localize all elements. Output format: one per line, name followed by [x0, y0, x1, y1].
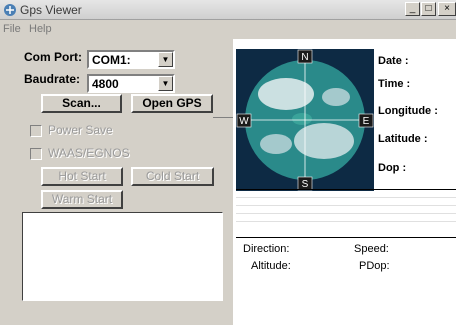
compass-north-label: N: [301, 52, 308, 63]
checkbox-box[interactable]: [30, 125, 42, 137]
window-title: Gps Viewer: [20, 3, 82, 17]
power-save-label: Power Save: [48, 123, 113, 137]
waas-egnos-label: WAAS/EGNOS: [48, 146, 130, 160]
close-button[interactable]: ×: [438, 2, 456, 16]
satellite-bar-line: [236, 221, 456, 222]
maximize-button[interactable]: □: [421, 2, 436, 16]
hot-start-button[interactable]: Hot Start: [41, 167, 123, 186]
cold-start-button[interactable]: Cold Start: [131, 167, 214, 186]
open-gps-button[interactable]: Open GPS: [131, 94, 213, 113]
dop-label: Dop :: [378, 162, 407, 174]
com-port-label: Com Port:: [24, 50, 82, 64]
divider: [213, 117, 233, 118]
baudrate-value: 4800: [92, 77, 119, 91]
com-port-select[interactable]: COM1: ▼: [87, 50, 175, 69]
log-textbox[interactable]: [22, 212, 223, 301]
power-save-checkbox[interactable]: Power Save: [30, 123, 160, 139]
scan-button[interactable]: Scan...: [41, 94, 122, 113]
menu-bar: File Help: [0, 21, 456, 37]
chevron-down-icon[interactable]: ▼: [158, 76, 173, 91]
speed-label: Speed:: [354, 243, 389, 255]
time-label: Time :: [378, 78, 411, 90]
altitude-label: Altitude:: [251, 260, 291, 272]
minimize-button[interactable]: _: [405, 2, 420, 16]
compass-west-label: W: [239, 116, 249, 127]
satellite-bar-line: [236, 213, 456, 214]
panel-divider: [236, 189, 456, 190]
satellite-bar-line: [236, 197, 456, 198]
checkbox-box[interactable]: [30, 148, 42, 160]
menu-help[interactable]: Help: [29, 23, 52, 35]
waas-egnos-checkbox[interactable]: WAAS/EGNOS: [30, 146, 160, 162]
longitude-label: Longitude :: [378, 105, 438, 117]
pdop-label: PDop:: [359, 260, 390, 272]
warm-start-button[interactable]: Warm Start: [41, 190, 123, 209]
direction-label: Direction:: [243, 243, 290, 255]
menu-file[interactable]: File: [3, 23, 21, 35]
compass-east-label: E: [363, 116, 370, 127]
satellite-bar-line: [236, 205, 456, 206]
title-bar: Gps Viewer _ □ ×: [0, 0, 456, 20]
baudrate-select[interactable]: 4800 ▼: [87, 74, 175, 93]
gps-display-panel: N S W E Date : Time : Longitude : Latitu…: [233, 39, 456, 325]
globe-compass-image: N S W E: [236, 49, 374, 191]
satellite-app-icon: [4, 4, 16, 16]
date-label: Date :: [378, 55, 409, 67]
panel-divider: [236, 237, 456, 238]
baudrate-label: Baudrate:: [24, 72, 81, 86]
latitude-label: Latitude :: [378, 133, 428, 145]
chevron-down-icon[interactable]: ▼: [158, 52, 173, 67]
com-port-value: COM1:: [92, 53, 131, 67]
